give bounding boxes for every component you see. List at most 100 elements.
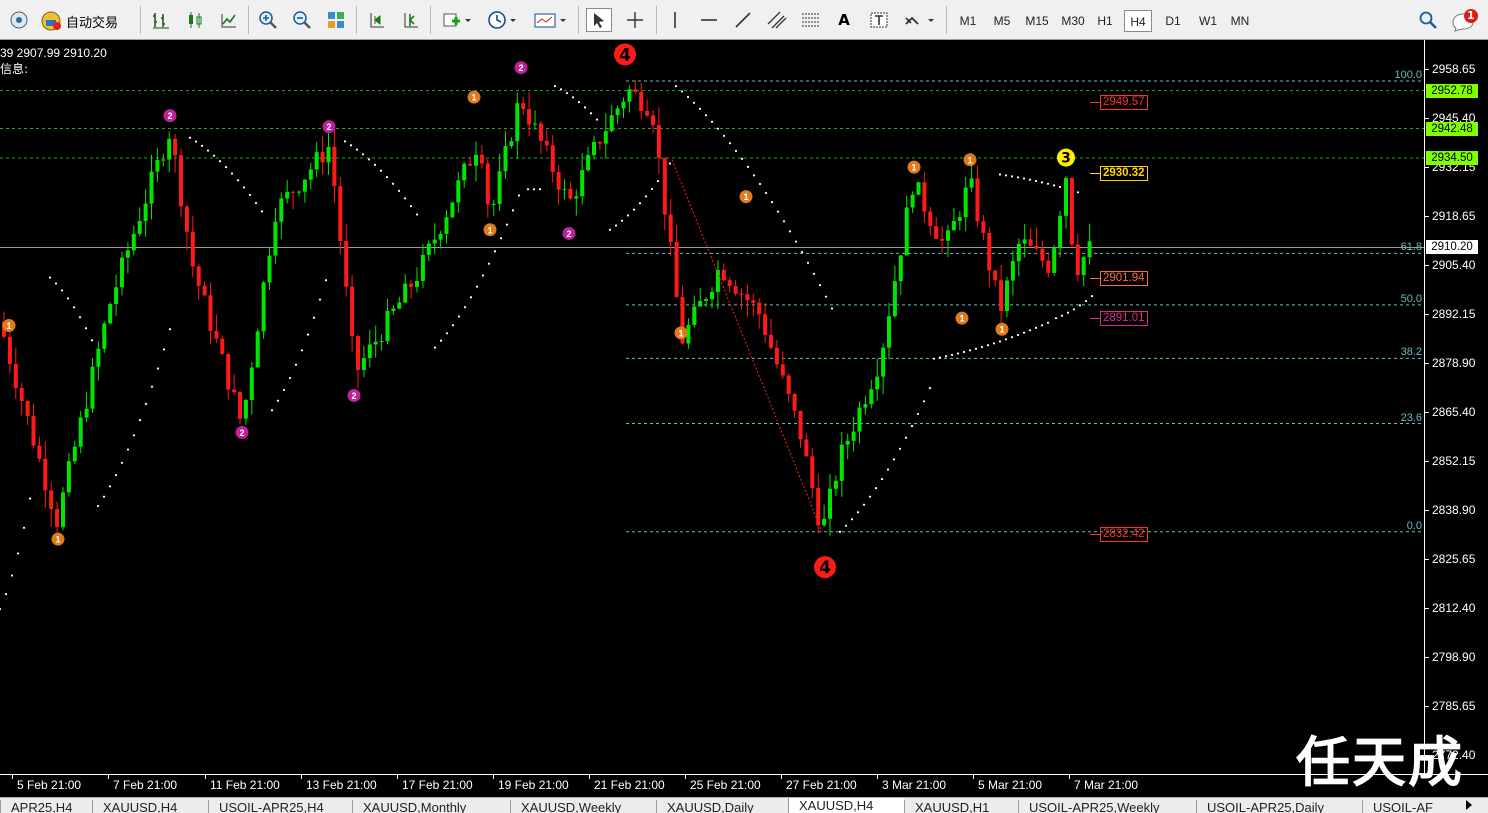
- notifications-icon[interactable]: 1: [1450, 8, 1482, 32]
- sar-dot: [10, 574, 14, 577]
- sar-dot: [132, 434, 136, 437]
- line-chart-icon[interactable]: [216, 8, 242, 32]
- market-watch-icon[interactable]: [6, 8, 32, 32]
- sar-dot: [324, 279, 328, 282]
- candlestick-icon[interactable]: [182, 8, 208, 32]
- sar-dot: [1022, 177, 1026, 180]
- sar-dot: [409, 205, 413, 208]
- timeframe-h1[interactable]: H1: [1092, 10, 1118, 32]
- sar-dot: [844, 524, 848, 527]
- sar-dot: [553, 85, 557, 88]
- candle-body: [426, 243, 431, 255]
- candle-body: [409, 283, 414, 287]
- chart-tab[interactable]: XAUUSD,H1: [904, 800, 1018, 813]
- sar-dot: [300, 349, 304, 352]
- timeframe-h4[interactable]: H4: [1124, 10, 1152, 32]
- cursor-tool-icon[interactable]: [586, 8, 612, 32]
- candle-body: [951, 220, 956, 231]
- crosshair-icon[interactable]: [622, 8, 648, 32]
- chart-tab[interactable]: XAUUSD,Weekly: [510, 800, 656, 813]
- candle-body: [881, 347, 886, 377]
- vertical-line-icon[interactable]: [664, 8, 686, 32]
- candle-body: [415, 280, 419, 287]
- tabs-scroll-right-icon[interactable]: [1466, 800, 1472, 810]
- price-tick-label: 2852.15: [1432, 454, 1476, 469]
- autotrade-button[interactable]: 自动交易: [40, 8, 132, 34]
- sar-dot: [710, 120, 714, 123]
- price-tag: 2934.50: [1426, 150, 1478, 165]
- wave-marker-1: 1: [674, 326, 688, 340]
- timeframe-m5[interactable]: M5: [988, 10, 1016, 32]
- candle-body: [792, 394, 797, 411]
- timeframe-w1[interactable]: W1: [1194, 10, 1222, 32]
- sar-dot: [270, 409, 274, 412]
- tile-windows-icon[interactable]: [323, 8, 349, 32]
- periodicity-dropdown-icon[interactable]: [484, 8, 520, 32]
- sar-dot: [54, 282, 58, 285]
- wave-marker-number: 3: [1061, 151, 1071, 167]
- chart-tab[interactable]: XAUUSD,Monthly: [352, 800, 510, 813]
- sar-dot: [752, 174, 756, 177]
- templates-dropdown-icon[interactable]: [530, 8, 570, 32]
- chart-tab[interactable]: USOIL-APR25,H4: [208, 800, 352, 813]
- search-icon[interactable]: [1416, 8, 1440, 32]
- candle-body: [987, 232, 992, 271]
- candle-body: [615, 108, 620, 116]
- price-chart[interactable]: 1 1 2 2 2 2 1 1 2 2 1 1 1 1 1 1 4 4 3: [0, 40, 1424, 774]
- candle-body: [887, 316, 891, 348]
- ohlc-readout: 39 2907.99 2910.20: [0, 46, 107, 60]
- timeframe-mn[interactable]: MN: [1226, 10, 1254, 32]
- candle-body: [338, 186, 343, 242]
- timeframe-m15[interactable]: M15: [1020, 10, 1054, 32]
- sar-dot: [224, 166, 228, 169]
- equidistant-channel-icon[interactable]: [764, 8, 790, 32]
- chart-tab[interactable]: USOIL-AF: [1362, 800, 1452, 813]
- candle-body: [468, 163, 473, 166]
- candle-body: [1046, 260, 1051, 273]
- sar-dot: [868, 495, 872, 498]
- horizontal-line-icon[interactable]: [698, 8, 720, 32]
- sar-dot: [312, 316, 316, 319]
- chart-tab[interactable]: XAUUSD,H4: [788, 798, 904, 813]
- candle-body: [114, 287, 119, 304]
- candle-body: [698, 300, 703, 307]
- time-axis[interactable]: 5 Feb 21:00 7 Feb 21:00 11 Feb 21:00 13 Feb…: [0, 774, 1488, 797]
- chart-tab[interactable]: USOIL-APR25,Daily: [1196, 800, 1362, 813]
- chart-tab[interactable]: APR25,H4: [0, 800, 92, 813]
- candle-body: [131, 233, 136, 251]
- chart-tab[interactable]: XAUUSD,H4: [92, 800, 208, 813]
- price-tick-label: 2785.65: [1432, 699, 1476, 714]
- zoom-in-icon[interactable]: [255, 8, 281, 32]
- candle-body: [491, 203, 496, 205]
- indicators-dropdown-icon[interactable]: [438, 8, 474, 32]
- price-tick-label: 2892.15: [1432, 306, 1476, 321]
- sar-dot: [938, 356, 942, 359]
- text-tool-icon[interactable]: A: [832, 8, 856, 32]
- timeframe-d1[interactable]: D1: [1160, 10, 1186, 32]
- candle-body: [745, 294, 750, 301]
- chart-shift-icon[interactable]: [398, 8, 424, 32]
- candle-body: [940, 238, 945, 241]
- sar-dot: [138, 418, 142, 422]
- timeframe-m30[interactable]: M30: [1056, 10, 1090, 32]
- text-label-icon[interactable]: [866, 8, 892, 32]
- sar-dot: [294, 363, 298, 366]
- candle-body: [190, 231, 195, 267]
- sar-dot: [1090, 294, 1094, 298]
- timeframe-m1[interactable]: M1: [954, 10, 982, 32]
- sar-dot: [1004, 338, 1008, 341]
- wave-marker-number: 1: [959, 314, 964, 324]
- candle-body: [774, 347, 779, 365]
- zoom-out-icon[interactable]: [289, 8, 315, 32]
- sar-dot: [650, 187, 654, 191]
- candle-body: [527, 109, 532, 125]
- time-tick-label: 27 Feb 21:00: [786, 778, 857, 792]
- autoscroll-icon[interactable]: [364, 8, 390, 32]
- bar-chart-icon[interactable]: [148, 8, 174, 32]
- arrows-dropdown-icon[interactable]: [900, 8, 938, 32]
- wave-marker-1: 1: [907, 160, 921, 174]
- trendline-icon[interactable]: [732, 8, 754, 32]
- chart-tab[interactable]: XAUUSD,Daily: [656, 800, 788, 813]
- fibonacci-icon[interactable]: [798, 8, 824, 32]
- chart-tab[interactable]: USOIL-APR25,Weekly: [1018, 800, 1196, 813]
